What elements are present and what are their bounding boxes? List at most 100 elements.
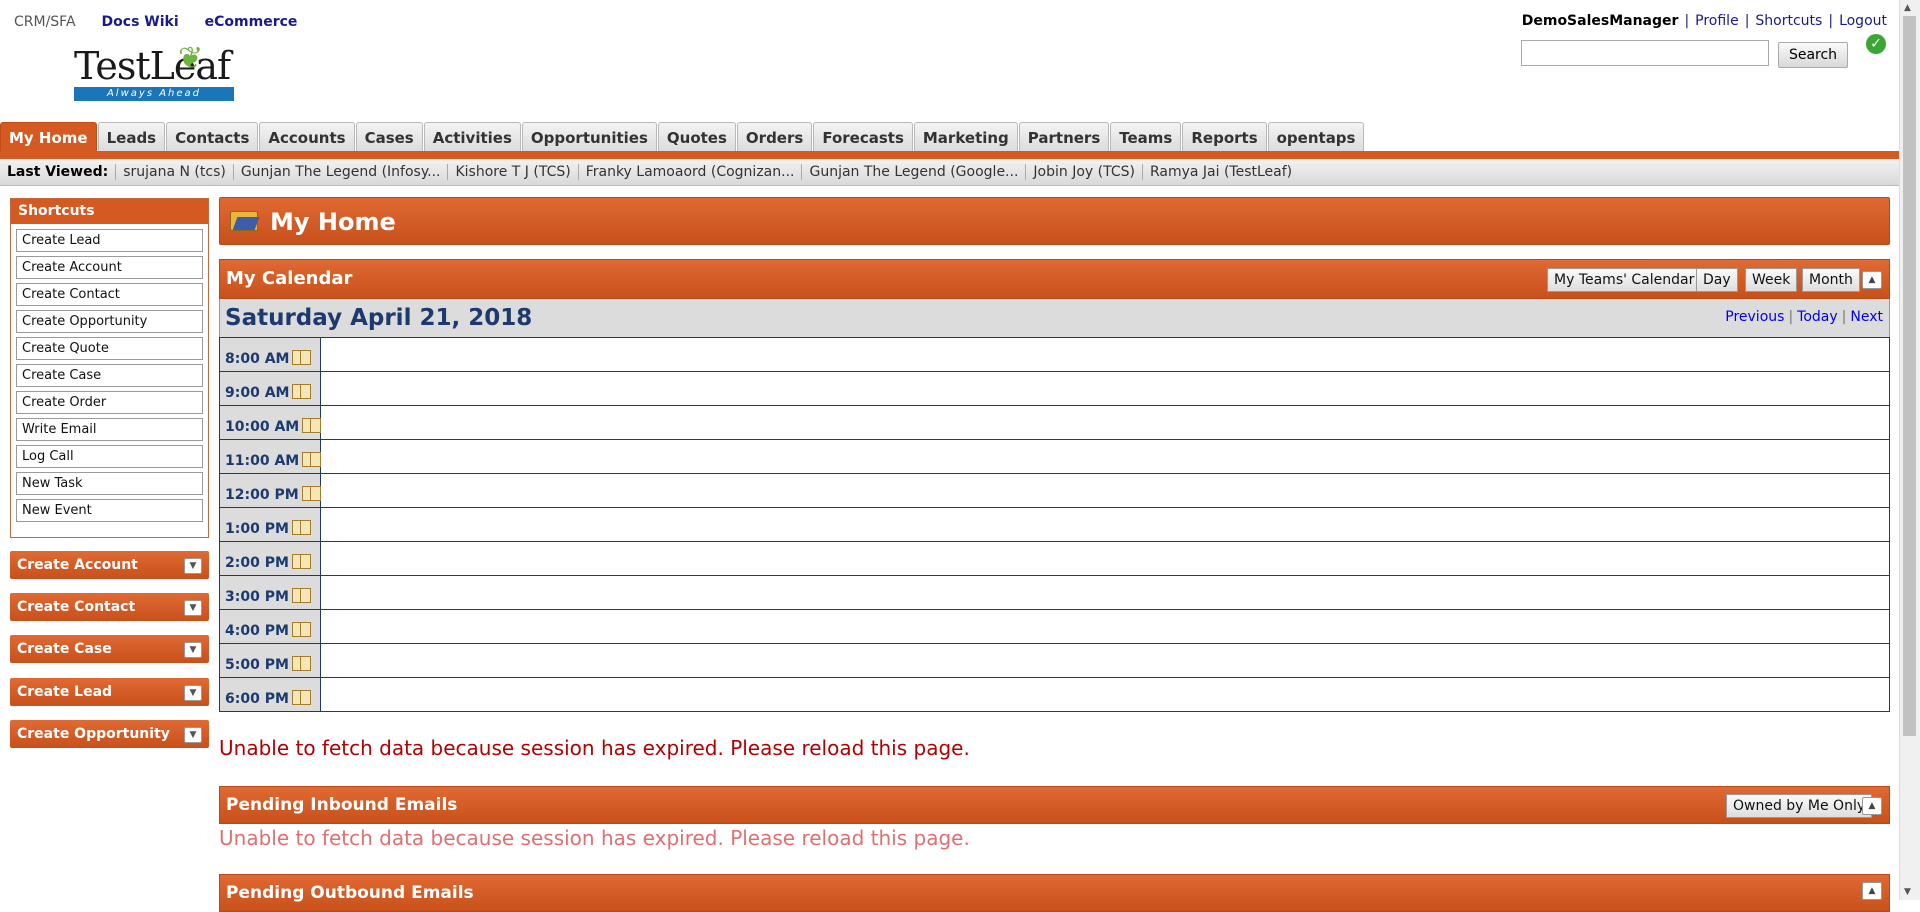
top-nav: CRM/SFA Docs Wiki eCommerce [14, 14, 297, 30]
tab-orders[interactable]: Orders [736, 122, 813, 151]
shortcut-create-case[interactable]: Create Case [16, 364, 203, 387]
logout-link[interactable]: Logout [1839, 13, 1887, 29]
chevron-down-icon[interactable]: ▼ [184, 685, 202, 701]
shortcut-create-account[interactable]: Create Account [16, 256, 203, 279]
time-label: 12:00 PM [220, 474, 321, 507]
last-viewed-item[interactable]: srujana N (tcs) [115, 164, 233, 180]
shortcut-new-event[interactable]: New Event [16, 499, 203, 522]
tab-marketing[interactable]: Marketing [913, 122, 1018, 151]
add-event-book-icon[interactable] [291, 554, 311, 569]
chevron-down-icon[interactable]: ▼ [184, 600, 202, 616]
tab-partners[interactable]: Partners [1018, 122, 1110, 151]
last-viewed-item[interactable]: Gunjan The Legend (Google... [801, 164, 1025, 180]
calendar-nav: Previous | Today | Next [1725, 309, 1883, 325]
time-slot[interactable] [321, 644, 1889, 677]
time-slot[interactable] [321, 406, 1889, 439]
sidebar-create-opportunity[interactable]: Create Opportunity ▼ [10, 720, 209, 748]
tab-quotes[interactable]: Quotes [657, 122, 736, 151]
shortcut-create-quote[interactable]: Create Quote [16, 337, 203, 360]
add-event-book-icon[interactable] [291, 690, 311, 705]
search-input[interactable] [1521, 40, 1769, 66]
add-event-book-icon[interactable] [292, 384, 312, 399]
session-error-message: Unable to fetch data because session has… [219, 736, 970, 760]
tab-forecasts[interactable]: Forecasts [813, 122, 913, 151]
tab-accounts[interactable]: Accounts [259, 122, 355, 151]
shortcut-create-lead[interactable]: Create Lead [16, 229, 203, 252]
sidebar-create-account[interactable]: Create Account ▼ [10, 551, 209, 579]
testleaf-logo[interactable]: TestLeaf ❦ Always Ahead [74, 41, 234, 105]
time-slot[interactable] [321, 440, 1889, 473]
docs-wiki-link[interactable]: Docs Wiki [102, 14, 179, 30]
add-event-book-icon[interactable] [302, 452, 322, 467]
next-link[interactable]: Next [1850, 309, 1883, 325]
owned-by-me-button[interactable]: Owned by Me Only [1726, 794, 1873, 818]
add-event-book-icon[interactable] [292, 350, 312, 365]
scroll-down-icon[interactable]: ▼ [1904, 887, 1911, 897]
tab-my-home[interactable]: My Home [0, 122, 97, 151]
shortcut-log-call[interactable]: Log Call [16, 445, 203, 468]
checkmark-icon: ✓ [1866, 34, 1886, 54]
time-slot[interactable] [321, 678, 1889, 711]
collapse-icon[interactable]: ▲ [1862, 271, 1882, 289]
chevron-down-icon[interactable]: ▼ [184, 642, 202, 658]
tab-activities[interactable]: Activities [423, 122, 521, 151]
last-viewed-item[interactable]: Gunjan The Legend (Infosy... [232, 164, 448, 180]
previous-link[interactable]: Previous [1725, 309, 1784, 325]
shortcut-create-opportunity[interactable]: Create Opportunity [16, 310, 203, 333]
calendar-row: 3:00 PM [220, 575, 1889, 609]
add-event-book-icon[interactable] [301, 486, 321, 501]
tab-teams[interactable]: Teams [1110, 122, 1182, 151]
time-slot[interactable] [321, 338, 1889, 371]
tab-contacts[interactable]: Contacts [166, 122, 259, 151]
shortcuts-link[interactable]: Shortcuts [1755, 13, 1822, 29]
shortcut-create-contact[interactable]: Create Contact [16, 283, 203, 306]
month-button[interactable]: Month [1802, 268, 1860, 292]
last-viewed-item[interactable]: Franky Lamoaord (Cognizan... [577, 164, 802, 180]
add-event-book-icon[interactable] [291, 588, 311, 603]
calendar-row: 11:00 AM [220, 439, 1889, 473]
time-slot[interactable] [321, 474, 1889, 507]
week-button[interactable]: Week [1745, 268, 1798, 292]
chevron-down-icon[interactable]: ▼ [184, 558, 202, 574]
tab-opentaps[interactable]: opentaps [1267, 122, 1365, 151]
time-slot[interactable] [321, 508, 1889, 541]
tab-cases[interactable]: Cases [355, 122, 423, 151]
ecommerce-link[interactable]: eCommerce [205, 14, 298, 30]
time-slot[interactable] [321, 576, 1889, 609]
shortcut-create-order[interactable]: Create Order [16, 391, 203, 414]
add-event-book-icon[interactable] [291, 520, 311, 535]
sidebar-create-case[interactable]: Create Case ▼ [10, 635, 209, 663]
calendar-row: 10:00 AM [220, 405, 1889, 439]
add-event-book-icon[interactable] [291, 622, 311, 637]
collapse-icon[interactable]: ▲ [1862, 882, 1882, 900]
chevron-down-icon[interactable]: ▼ [184, 727, 202, 743]
profile-link[interactable]: Profile [1695, 13, 1739, 29]
tab-reports[interactable]: Reports [1182, 122, 1267, 151]
tab-opportunities[interactable]: Opportunities [521, 122, 657, 151]
add-event-book-icon[interactable] [302, 418, 322, 433]
shortcut-write-email[interactable]: Write Email [16, 418, 203, 441]
time-label: 8:00 AM [220, 338, 321, 371]
sidebar-create-contact[interactable]: Create Contact ▼ [10, 593, 209, 621]
time-slot[interactable] [321, 610, 1889, 643]
scroll-thumb[interactable] [1903, 16, 1916, 736]
calendar-row: 2:00 PM [220, 541, 1889, 575]
day-button[interactable]: Day [1696, 268, 1738, 292]
shortcut-new-task[interactable]: New Task [16, 472, 203, 495]
today-link[interactable]: Today [1797, 309, 1838, 325]
last-viewed-item[interactable]: Kishore T J (TCS) [447, 164, 577, 180]
user-menu: DemoSalesManager | Profile | Shortcuts |… [1521, 13, 1887, 29]
last-viewed-item[interactable]: Jobin Joy (TCS) [1025, 164, 1142, 180]
teams-calendar-button[interactable]: My Teams' Calendar [1547, 268, 1702, 292]
last-viewed-item[interactable]: Ramya Jai (TestLeaf) [1141, 164, 1299, 180]
add-event-book-icon[interactable] [291, 656, 311, 671]
collapse-icon[interactable]: ▲ [1862, 797, 1882, 815]
time-slot[interactable] [321, 542, 1889, 575]
scroll-up-icon[interactable]: ▲ [1904, 3, 1911, 13]
time-slot[interactable] [321, 372, 1889, 405]
sidebar-section-label: Create Lead [17, 684, 113, 700]
search-button[interactable]: Search [1778, 42, 1848, 68]
tab-leads[interactable]: Leads [97, 122, 166, 151]
vertical-scrollbar[interactable]: ▲ ▼ [1899, 0, 1920, 900]
sidebar-create-lead[interactable]: Create Lead ▼ [10, 678, 209, 706]
